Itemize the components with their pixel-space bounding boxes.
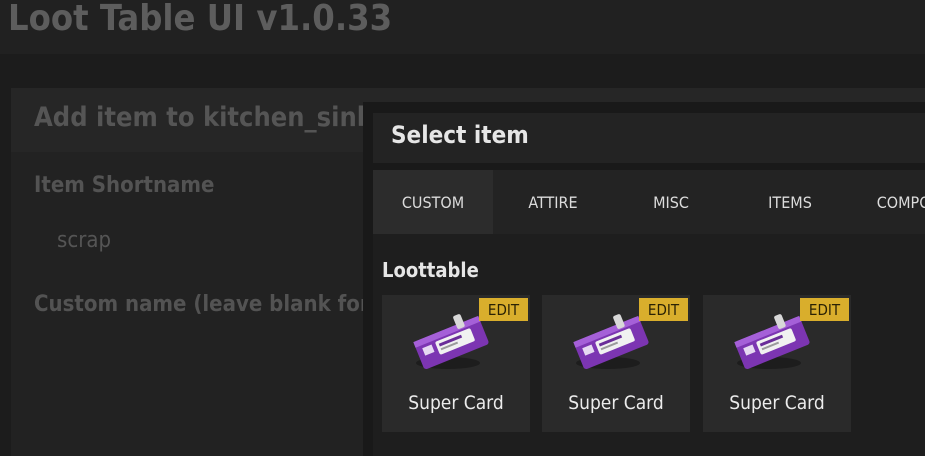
item-card[interactable]: EDIT Super Card bbox=[542, 295, 690, 432]
tab-items[interactable]: ITEMS bbox=[730, 170, 850, 234]
edit-button[interactable]: EDIT bbox=[800, 298, 849, 321]
item-card[interactable]: EDIT Super Card bbox=[382, 295, 530, 432]
edit-button[interactable]: EDIT bbox=[639, 298, 688, 321]
tab-misc[interactable]: MISC bbox=[611, 170, 731, 234]
category-tabs: CUSTOM ATTIRE MISC ITEMS COMPON bbox=[373, 170, 925, 234]
tab-custom[interactable]: CUSTOM bbox=[373, 170, 493, 234]
tab-attire[interactable]: ATTIRE bbox=[493, 170, 613, 234]
section-title: Loottable bbox=[382, 258, 479, 282]
custom-name-label: Custom name (leave blank for d bbox=[34, 292, 391, 317]
modal-header: Select item bbox=[373, 113, 925, 163]
select-item-modal: Select item CUSTOM ATTIRE MISC ITEMS COM… bbox=[363, 102, 925, 456]
shortname-label: Item Shortname bbox=[34, 173, 215, 198]
item-card[interactable]: EDIT Super Card bbox=[703, 295, 851, 432]
modal-title: Select item bbox=[391, 121, 529, 149]
edit-button[interactable]: EDIT bbox=[479, 298, 528, 321]
app-title-bar: Loot Table UI v1.0.33 bbox=[0, 0, 925, 54]
item-grid-area: Loottable EDIT Super Card EDIT Super Car… bbox=[373, 234, 925, 456]
item-name: Super Card bbox=[568, 392, 664, 414]
item-name: Super Card bbox=[408, 392, 504, 414]
app-title: Loot Table UI v1.0.33 bbox=[8, 0, 393, 39]
add-item-heading: Add item to kitchen_sink bbox=[34, 102, 373, 133]
shortname-input[interactable]: scrap bbox=[57, 228, 111, 253]
tab-components[interactable]: COMPON bbox=[849, 170, 925, 234]
item-name: Super Card bbox=[729, 392, 825, 414]
